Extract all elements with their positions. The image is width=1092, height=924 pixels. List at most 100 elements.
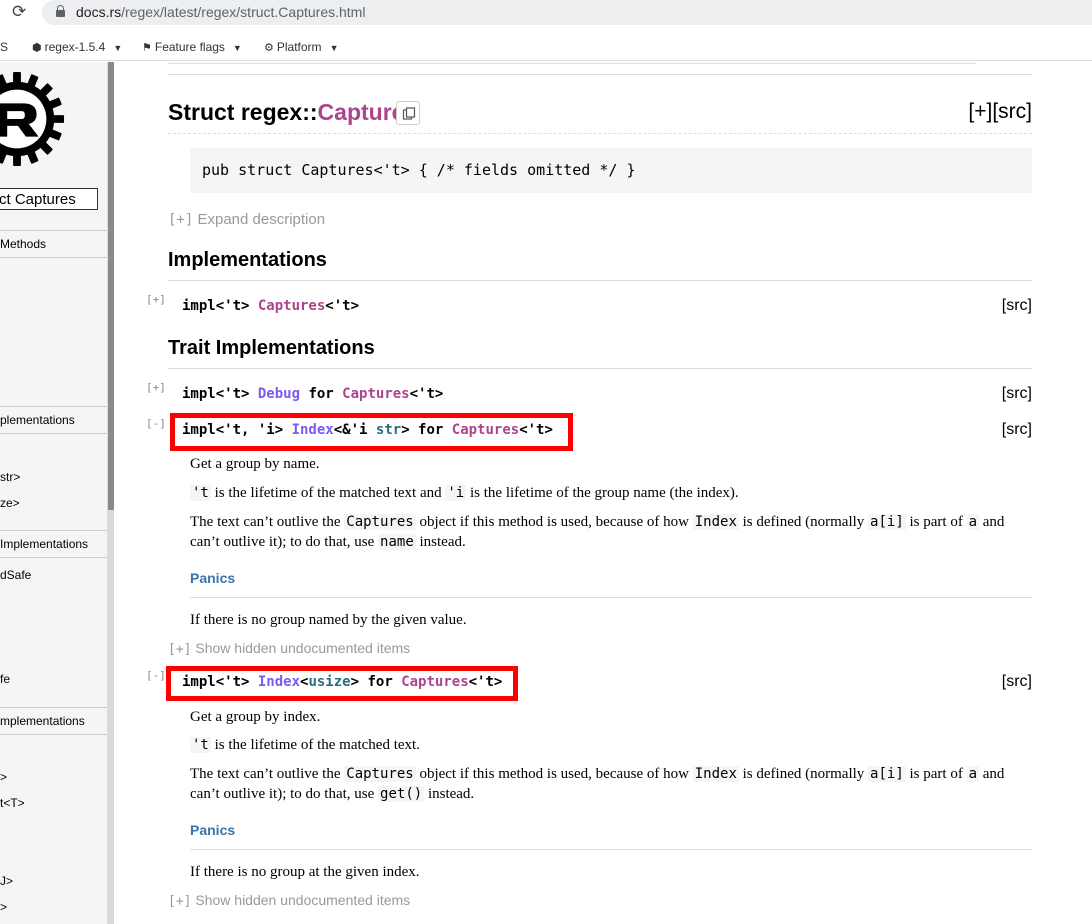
code-token: impl<'t> <box>182 298 258 314</box>
text-run: is defined (normally <box>738 514 869 530</box>
sidebar-link[interactable]: dSafe <box>0 568 31 582</box>
text-run: The text can’t outlive the <box>190 514 345 530</box>
crate-version-label: regex-1.5.4 <box>44 40 106 54</box>
src-link[interactable]: [src] <box>1002 421 1032 439</box>
title-row: Struct regex::Captures [+][src] <box>168 96 1032 134</box>
impl-row-inherent: [+] impl<'t> Captures<'t> [src] <box>146 293 1032 320</box>
scrollbar-thumb[interactable] <box>108 62 114 510</box>
browser-address-bar: ⟳ docs.rs/regex/latest/regex/struct.Capt… <box>0 0 1092 25</box>
inline-code: a <box>966 514 980 530</box>
text-run: The text can’t outlive the <box>190 766 345 782</box>
panics-text: If there is no group at the given index. <box>190 864 420 880</box>
sidebar-link[interactable]: ze> <box>0 496 20 510</box>
highlight-box <box>170 413 573 451</box>
doc-outlive: The text can’t outlive the Captures obje… <box>190 512 1020 552</box>
feature-flags-menu[interactable]: ⚑ Feature flags ▼ <box>142 40 242 54</box>
sidebar-link[interactable]: J> <box>0 874 13 888</box>
inline-code: Index <box>692 766 739 782</box>
chevron-down-icon: ▼ <box>329 43 339 53</box>
cube-icon: ⬢ <box>32 42 42 54</box>
feature-flags-label: Feature flags <box>154 40 225 54</box>
highlight-box <box>166 666 518 701</box>
main-content: Struct regex::Captures [+][src] pub stru… <box>146 62 1032 924</box>
panics-heading[interactable]: Panics <box>190 570 1032 598</box>
impl-row-debug: [+] impl<'t> Debug for Captures<'t> [src… <box>146 381 1032 408</box>
trait-implementations-heading[interactable]: Trait Implementations <box>168 335 1032 369</box>
expand-description-label: Expand description <box>197 211 326 228</box>
impl-toggle[interactable]: [-] <box>146 417 166 430</box>
impl-toggle[interactable]: [+] <box>146 293 166 306</box>
hidden-items-label: Show hidden undocumented items <box>195 892 411 908</box>
inline-code: get() <box>378 786 425 802</box>
text-run: is the lifetime of the matched text and <box>210 485 446 501</box>
title-src-toggle[interactable]: [+][src] <box>968 100 1032 124</box>
chevron-down-icon: ▼ <box>113 43 123 53</box>
show-hidden-items-toggle[interactable]: [+] Show hidden undocumented items <box>168 640 410 657</box>
type-name-link[interactable]: Captures <box>342 386 409 402</box>
url-path: /regex/latest/regex/struct.Captures.html <box>121 4 366 20</box>
show-hidden-items-toggle[interactable]: [+] Show hidden undocumented items <box>168 892 410 909</box>
chevron-down-icon: ▼ <box>232 43 242 53</box>
text-run: instead. <box>424 786 475 802</box>
doc-outlive: The text can’t outlive the Captures obje… <box>190 764 1020 804</box>
expand-description-toggle[interactable]: [+] Expand description <box>168 211 325 228</box>
doc-summary: Get a group by index. <box>190 709 321 725</box>
text-run: is defined (normally <box>738 766 869 782</box>
sidebar-link[interactable]: str> <box>0 470 20 484</box>
inline-code: a[i] <box>868 766 906 782</box>
sidebar-section-blanket-implementations[interactable]: mplementations <box>0 707 107 735</box>
type-name-link[interactable]: Captures <box>258 298 325 314</box>
inline-code: a[i] <box>868 514 906 530</box>
panics-text: If there is no group named by the given … <box>190 612 467 628</box>
flag-icon: ⚑ <box>142 42 152 54</box>
panics-heading[interactable]: Panics <box>190 822 1032 850</box>
sidebar-section-auto-trait-implementations[interactable]: Implementations <box>0 530 107 558</box>
text-run: object if this method is used, because o… <box>415 514 693 530</box>
search-bar-edge[interactable] <box>168 62 976 64</box>
inline-code: 'i <box>445 485 467 501</box>
reload-icon[interactable]: ⟳ <box>12 3 30 21</box>
title-prefix: Struct regex:: <box>168 99 318 125</box>
sidebar-link[interactable]: > <box>0 770 7 784</box>
sidebar-link[interactable]: > <box>0 900 7 914</box>
sidebar-scrollbar[interactable] <box>108 62 114 924</box>
platform-menu[interactable]: ⚙ Platform ▼ <box>264 40 338 54</box>
lock-icon[interactable] <box>56 5 65 17</box>
code-token: <'t> <box>325 298 360 314</box>
implementations-heading[interactable]: Implementations <box>168 247 1032 281</box>
trait-name-link[interactable]: Debug <box>258 386 300 402</box>
divider <box>168 74 1032 75</box>
src-link[interactable]: [src] <box>1002 385 1032 403</box>
platform-label: Platform <box>276 40 322 54</box>
page-title: Struct regex::Captures <box>168 99 417 126</box>
hidden-toggle-glyph: [+] <box>168 642 192 657</box>
clipboard-icon <box>402 107 416 120</box>
rust-logo-icon[interactable] <box>0 70 66 168</box>
inline-code: Captures <box>344 514 416 530</box>
impl-toggle[interactable]: [-] <box>146 669 166 682</box>
docs-nav-bar: S ⬢ regex-1.5.4 ▼ ⚑ Feature flags ▼ ⚙ Platfor… <box>0 33 1092 61</box>
struct-declaration: pub struct Captures<'t> { /* fields omit… <box>190 148 1032 193</box>
doc-summary: Get a group by name. <box>190 456 320 472</box>
copy-path-button[interactable] <box>396 101 420 125</box>
url-field[interactable]: docs.rs/regex/latest/regex/struct.Captur… <box>42 0 1092 25</box>
sidebar-location[interactable]: ct Captures <box>0 188 98 210</box>
code-token: for <box>300 386 343 402</box>
sidebar-section-methods[interactable]: Methods <box>0 230 107 258</box>
url-text: docs.rs/regex/latest/regex/struct.Captur… <box>76 4 365 20</box>
sidebar-link[interactable]: fe <box>0 672 10 686</box>
sidebar-link[interactable]: t<T> <box>0 796 25 810</box>
inline-code: name <box>378 534 416 550</box>
crate-version-menu[interactable]: ⬢ regex-1.5.4 ▼ <box>32 40 122 54</box>
sidebar-section-implementations[interactable]: plementations <box>0 406 107 434</box>
src-link[interactable]: [src] <box>1002 673 1032 691</box>
impl-signature[interactable]: impl<'t> Captures<'t> <box>182 298 359 314</box>
impl-toggle[interactable]: [+] <box>146 381 166 394</box>
text-run: instead. <box>415 534 466 550</box>
nav-partial-item[interactable]: S <box>0 40 8 54</box>
text-run: object if this method is used, because o… <box>415 766 693 782</box>
impl-signature[interactable]: impl<'t> Debug for Captures<'t> <box>182 386 443 402</box>
inline-code: Index <box>692 514 739 530</box>
src-link[interactable]: [src] <box>1002 297 1032 315</box>
inline-code: Captures <box>344 766 416 782</box>
